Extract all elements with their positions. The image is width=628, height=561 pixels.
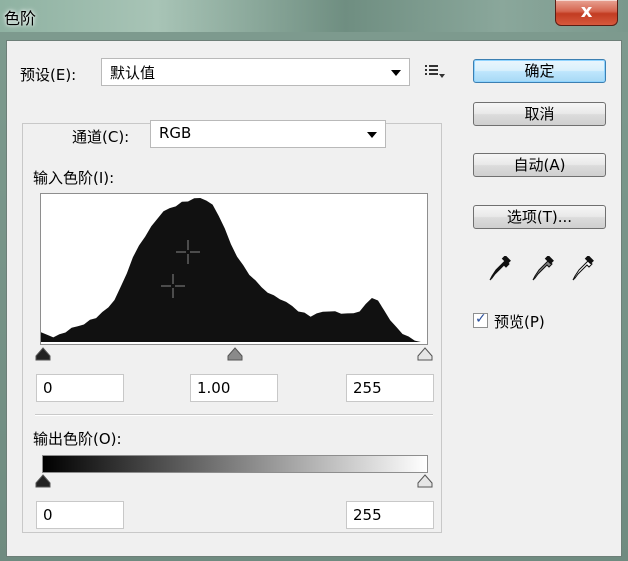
channel-label: 通道(C): xyxy=(66,126,136,147)
options-button[interactable]: 选项(T)... xyxy=(473,205,606,229)
output-white-field[interactable]: 255 xyxy=(346,501,434,529)
input-white-slider[interactable] xyxy=(416,347,434,361)
output-levels-label: 输出色阶(O): xyxy=(33,430,122,448)
chevron-down-icon xyxy=(367,132,377,138)
auto-button[interactable]: 自动(A) xyxy=(473,153,606,177)
preset-options-icon[interactable] xyxy=(424,63,446,79)
window-title: 色阶 xyxy=(4,9,37,28)
histogram-graph xyxy=(41,198,427,342)
output-black-field[interactable]: 0 xyxy=(36,501,124,529)
channel-value: RGB xyxy=(159,124,192,142)
preset-value: 默认值 xyxy=(110,64,156,82)
output-black-slider[interactable] xyxy=(34,474,52,488)
preset-dropdown[interactable]: 默认值 xyxy=(101,58,410,86)
title-bar[interactable]: 色阶 x xyxy=(0,0,628,32)
preset-label: 预设(E): xyxy=(20,66,77,84)
close-button[interactable]: x xyxy=(555,0,618,26)
input-white-field[interactable]: 255 xyxy=(346,374,434,402)
histogram xyxy=(40,193,428,345)
levels-dialog-window: 色阶 x 预设(E): 默认值 确定 取消 自动(A) 选项(T)... ✓ 预… xyxy=(0,0,628,561)
input-black-field[interactable]: 0 xyxy=(36,374,124,402)
input-levels-label: 输入色阶(I): xyxy=(33,169,115,187)
divider xyxy=(35,414,433,416)
gray-point-eyedropper-icon[interactable] xyxy=(531,256,555,284)
ok-button[interactable]: 确定 xyxy=(473,59,606,83)
preview-checkbox[interactable]: ✓ xyxy=(473,311,488,328)
preview-label: 预览(P) xyxy=(494,313,545,331)
white-point-eyedropper-icon[interactable] xyxy=(571,256,595,284)
chevron-down-icon xyxy=(391,70,401,76)
channel-dropdown[interactable]: RGB xyxy=(150,120,386,148)
output-white-slider[interactable] xyxy=(416,474,434,488)
input-black-slider[interactable] xyxy=(34,347,52,361)
output-gradient-bar xyxy=(42,455,428,473)
input-gamma-field[interactable]: 1.00 xyxy=(190,374,278,402)
input-gamma-slider[interactable] xyxy=(226,347,244,361)
black-point-eyedropper-icon[interactable] xyxy=(488,256,512,284)
histogram-shape xyxy=(41,198,427,342)
cancel-button[interactable]: 取消 xyxy=(473,102,606,126)
